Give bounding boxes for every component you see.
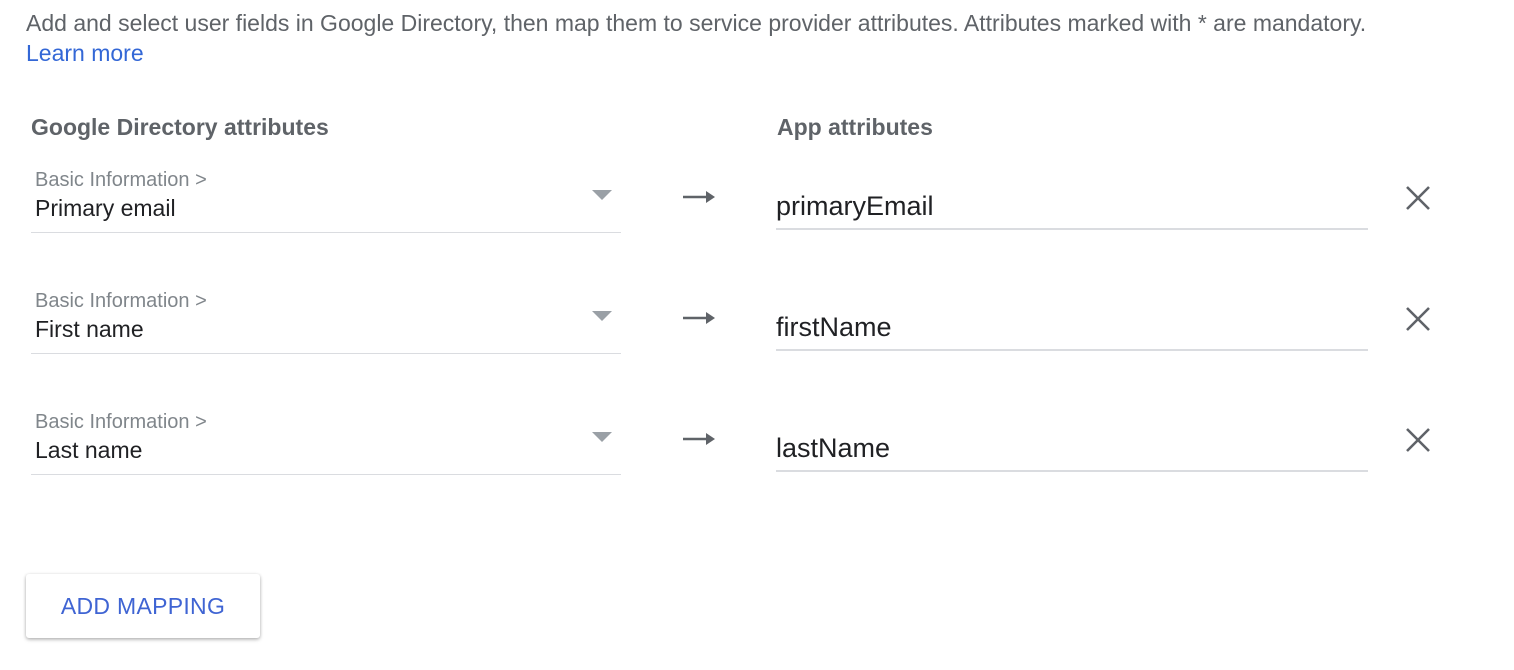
- directory-attributes-header: Google Directory attributes: [31, 114, 329, 140]
- directory-attribute-select[interactable]: Basic Information > Primary email: [31, 166, 621, 233]
- attribute-field: Last name: [35, 437, 143, 463]
- close-icon: [1406, 428, 1430, 452]
- chevron-down-icon: [592, 190, 612, 200]
- attribute-category: Basic Information >: [35, 169, 207, 191]
- app-attribute-input[interactable]: [776, 305, 1368, 351]
- attribute-field: First name: [35, 316, 144, 342]
- add-mapping-button[interactable]: ADD MAPPING: [26, 574, 260, 638]
- attribute-mapping-page: Add and select user fields in Google Dir…: [0, 0, 1514, 670]
- learn-more-link[interactable]: Learn more: [26, 40, 144, 66]
- app-attribute-input[interactable]: [776, 426, 1368, 472]
- close-icon: [1406, 307, 1430, 331]
- remove-mapping-button[interactable]: [1400, 422, 1436, 458]
- close-icon: [1406, 186, 1430, 210]
- directory-attribute-select[interactable]: Basic Information > First name: [31, 287, 621, 354]
- arrow-right-icon: [683, 433, 715, 445]
- remove-mapping-button[interactable]: [1400, 180, 1436, 216]
- mapping-row: Basic Information > Primary email: [0, 166, 1514, 256]
- app-attributes-header: App attributes: [777, 114, 933, 140]
- chevron-down-icon: [592, 432, 612, 442]
- attribute-category: Basic Information >: [35, 411, 207, 433]
- intro-text: Add and select user fields in Google Dir…: [26, 8, 1506, 68]
- attribute-category: Basic Information >: [35, 290, 207, 312]
- app-attribute-input[interactable]: [776, 184, 1368, 230]
- arrow-right-icon: [683, 191, 715, 203]
- remove-mapping-button[interactable]: [1400, 301, 1436, 337]
- attribute-field: Primary email: [35, 195, 176, 221]
- arrow-right-icon: [683, 312, 715, 324]
- intro-description: Add and select user fields in Google Dir…: [26, 10, 1367, 36]
- mapping-row: Basic Information > Last name: [0, 408, 1514, 498]
- chevron-down-icon: [592, 311, 612, 321]
- mapping-row: Basic Information > First name: [0, 287, 1514, 377]
- directory-attribute-select[interactable]: Basic Information > Last name: [31, 408, 621, 475]
